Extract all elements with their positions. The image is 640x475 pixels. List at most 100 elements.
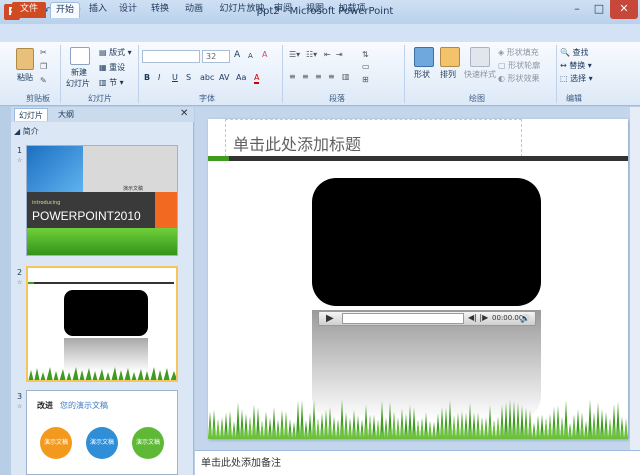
- reset-label: 重设: [109, 63, 126, 72]
- tab-home[interactable]: 开始: [50, 2, 80, 18]
- grass-decoration: [208, 399, 628, 439]
- replace-icon: ↔: [560, 61, 570, 70]
- bullets-icon[interactable]: ☰▾: [289, 50, 300, 59]
- notes-placeholder[interactable]: 单击此处添加备注: [201, 454, 281, 469]
- tab-view[interactable]: 视图: [304, 2, 326, 18]
- close-pane-icon[interactable]: ✕: [180, 108, 188, 119]
- slide-thumbnail-2[interactable]: [26, 266, 178, 382]
- new-slide-button-line1[interactable]: 新建: [71, 67, 87, 78]
- slide-thumbnail-3[interactable]: 改进 您的演示文稿 演示文稿 演示文稿 演示文稿: [26, 390, 178, 475]
- paste-icon[interactable]: [16, 48, 34, 70]
- underline-button[interactable]: U: [172, 73, 178, 82]
- mouse-cursor-icon: ↖: [528, 258, 540, 274]
- copy-icon[interactable]: ❐: [40, 62, 47, 71]
- decrease-indent-icon[interactable]: ⇤: [324, 50, 331, 59]
- shape-outline-button[interactable]: ▢ 形状轮廓: [498, 60, 540, 71]
- new-slide-icon[interactable]: [70, 47, 90, 65]
- slide-number: 2: [17, 268, 23, 277]
- clear-format-button[interactable]: A: [262, 50, 267, 59]
- grow-font-button[interactable]: A: [234, 50, 240, 60]
- tab-outline[interactable]: 大纲: [52, 108, 80, 121]
- find-button[interactable]: 🔍 查找: [560, 47, 589, 58]
- maximize-button[interactable]: □: [588, 0, 610, 19]
- seek-bar[interactable]: [342, 313, 464, 324]
- paste-button[interactable]: 粘贴: [17, 72, 33, 83]
- cut-icon[interactable]: ✂: [40, 48, 47, 57]
- section-button[interactable]: ▥ 节 ▾: [99, 77, 124, 88]
- tab-review[interactable]: 审阅: [272, 2, 294, 18]
- shadow-button[interactable]: abc: [200, 73, 214, 82]
- font-size-combo[interactable]: 32: [202, 50, 230, 63]
- arrange-button[interactable]: 排列: [440, 69, 456, 80]
- numbering-icon[interactable]: ☷▾: [306, 50, 317, 59]
- video-frame[interactable]: [312, 178, 541, 306]
- smartart-icon[interactable]: ⊞: [362, 75, 369, 84]
- select-button[interactable]: ⬚ 选择 ▾: [560, 73, 593, 84]
- columns-icon[interactable]: ▥: [342, 72, 350, 81]
- strikethrough-button[interactable]: S: [186, 73, 191, 82]
- bold-button[interactable]: B: [144, 73, 150, 82]
- animation-star-icon: ☆: [17, 157, 23, 164]
- tab-animations[interactable]: 动画: [182, 2, 206, 18]
- section-header[interactable]: ◢ 简介: [14, 126, 39, 137]
- title-accent-bar: [208, 156, 229, 161]
- layout-button[interactable]: ▤ 版式 ▾: [99, 47, 132, 58]
- thumb1-subtitle: introducing: [32, 200, 61, 206]
- quick-styles-icon[interactable]: [470, 47, 490, 67]
- vertical-scrollbar[interactable]: [630, 107, 640, 450]
- replace-button[interactable]: ↔ 替换 ▾: [560, 60, 592, 71]
- text-direction-icon[interactable]: ⇅: [362, 50, 369, 59]
- group-label-drawing: 绘图: [469, 94, 485, 103]
- align-text-icon[interactable]: ▭: [362, 62, 370, 71]
- thumb1-blue-block: [27, 146, 83, 192]
- tab-transitions[interactable]: 转换: [148, 2, 172, 18]
- align-right-icon[interactable]: ≡: [315, 72, 322, 81]
- reset-button[interactable]: ▦ 重设: [99, 62, 125, 73]
- section-label: 节: [109, 78, 118, 87]
- tab-insert[interactable]: 插入: [86, 2, 110, 18]
- increase-indent-icon[interactable]: ⇥: [336, 50, 343, 59]
- play-button[interactable]: ▶: [326, 313, 334, 324]
- new-slide-button-line2[interactable]: 幻灯片: [66, 78, 90, 89]
- justify-icon[interactable]: ≡: [328, 72, 335, 81]
- slide-title-text[interactable]: 单击此处添加标题: [233, 131, 361, 155]
- title-underline-bar: [229, 156, 628, 161]
- tab-design[interactable]: 设计: [116, 2, 140, 18]
- step-buttons[interactable]: ◀| |▶: [468, 313, 488, 322]
- shape-fill-button[interactable]: ◈ 形状填充: [498, 47, 539, 58]
- tab-slideshow[interactable]: 幻灯片放映: [216, 2, 268, 18]
- align-left-icon[interactable]: ≡: [289, 72, 296, 81]
- shapes-button[interactable]: 形状: [414, 69, 430, 80]
- font-color-button[interactable]: A: [254, 73, 260, 84]
- shape-outline-label: 形状轮廓: [508, 61, 541, 70]
- close-button[interactable]: ✕: [610, 0, 638, 19]
- group-label-paragraph: 段落: [329, 94, 345, 103]
- font-name-combo[interactable]: [142, 50, 200, 63]
- section-icon: ▥: [99, 78, 110, 87]
- shapes-icon[interactable]: [414, 47, 434, 67]
- shape-effects-icon: ◐: [498, 74, 508, 83]
- thumb2-title-bar: [34, 282, 174, 284]
- speaker-icon[interactable]: 🔊: [520, 314, 530, 323]
- minimize-button[interactable]: –: [566, 0, 588, 19]
- shape-fill-label: 形状填充: [506, 48, 539, 57]
- tab-addins[interactable]: 加载项: [336, 2, 368, 18]
- arrange-icon[interactable]: [440, 47, 460, 67]
- align-center-icon[interactable]: ≡: [302, 72, 309, 81]
- slide-thumbnail-1[interactable]: introducing POWERPOINT2010 演示文稿: [26, 145, 178, 256]
- group-separator: [138, 45, 139, 103]
- format-painter-icon[interactable]: ✎: [40, 76, 47, 85]
- shrink-font-button[interactable]: A: [248, 52, 253, 60]
- change-case-button[interactable]: Aa: [236, 73, 246, 82]
- shape-effects-button[interactable]: ◐ 形状效果: [498, 73, 540, 84]
- select-icon: ⬚: [560, 74, 571, 83]
- shape-fill-icon: ◈: [498, 48, 507, 57]
- layout-icon: ▤: [99, 48, 110, 57]
- quick-styles-button[interactable]: 快速样式: [464, 69, 496, 80]
- thumb3-circle-blue: 演示文稿: [86, 427, 118, 459]
- tab-file[interactable]: 文件: [12, 2, 46, 18]
- tab-slides[interactable]: 幻灯片: [14, 108, 48, 121]
- thumb1-grass: [27, 228, 177, 255]
- char-spacing-button[interactable]: AV: [219, 73, 229, 82]
- italic-button[interactable]: I: [158, 73, 160, 82]
